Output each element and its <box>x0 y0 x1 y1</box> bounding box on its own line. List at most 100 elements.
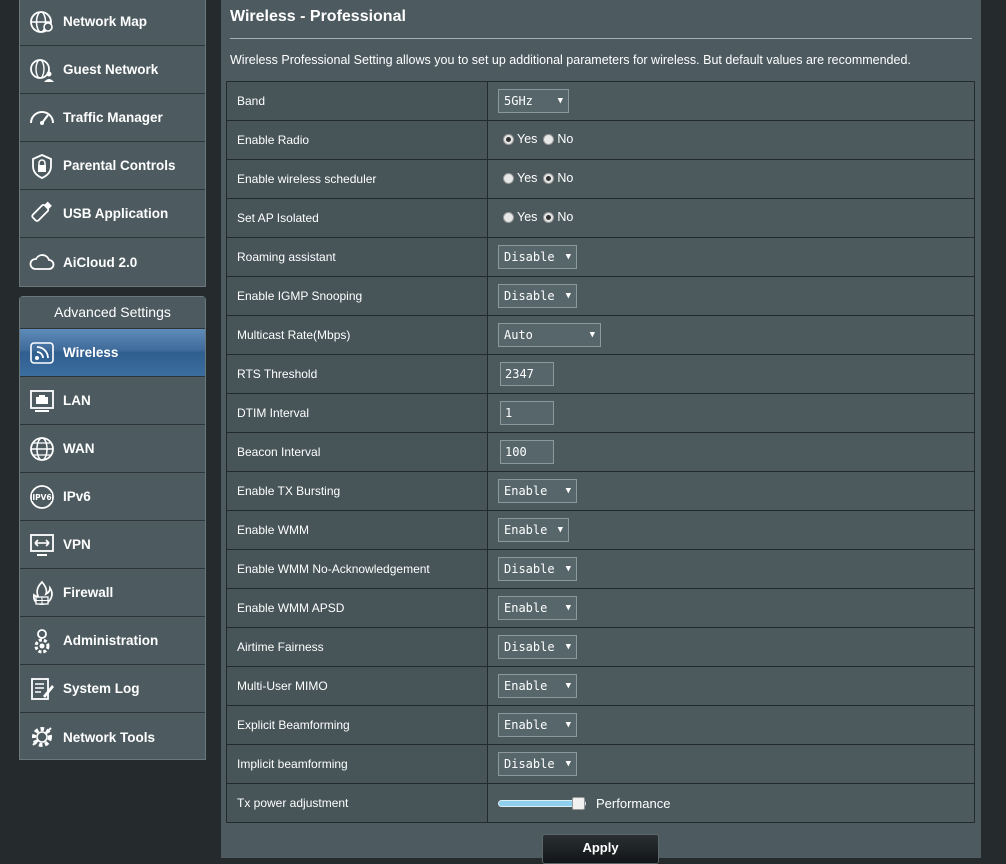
radio-label: Yes <box>517 132 538 147</box>
page-title: Wireless - Professional <box>230 8 406 25</box>
sidebar-item-wireless[interactable]: Wireless <box>20 329 205 377</box>
network-tools-icon <box>28 723 56 751</box>
radio-no[interactable] <box>543 172 555 184</box>
setting-value-cell: Disable ▼ <box>487 744 975 784</box>
setting-select[interactable]: Disable ▼ <box>498 752 577 776</box>
setting-row: Set AP Isolated Yes No <box>226 198 975 238</box>
radio-no[interactable] <box>543 211 555 223</box>
speedometer-icon <box>28 104 56 132</box>
sidebar-item-label: IPv6 <box>63 489 91 504</box>
radio-group: Yes No <box>498 210 573 224</box>
select-value: Disable <box>504 640 555 654</box>
slider-value-label: Performance <box>596 795 671 811</box>
chevron-down-icon: ▼ <box>565 642 571 652</box>
slider-handle[interactable] <box>572 796 585 810</box>
sidebar-item-ipv6[interactable]: IPV6 IPv6 <box>20 473 205 521</box>
setting-select[interactable]: Enable ▼ <box>498 674 577 698</box>
setting-label: Enable TX Bursting <box>226 471 488 511</box>
sidebar-item-guest-network[interactable]: Guest Network <box>20 46 205 94</box>
setting-text-input[interactable]: 2347 <box>500 362 554 386</box>
select-value: Disable <box>504 289 555 303</box>
sidebar-item-label: WAN <box>63 441 95 456</box>
setting-label: Roaming assistant <box>226 237 488 277</box>
setting-text-input[interactable]: 100 <box>500 440 554 464</box>
sidebar-item-aicloud[interactable]: AiCloud 2.0 <box>20 238 205 286</box>
setting-select[interactable]: Disable ▼ <box>498 245 577 269</box>
sidebar-item-wan[interactable]: WAN <box>20 425 205 473</box>
setting-select[interactable]: Disable ▼ <box>498 557 577 581</box>
sidebar-item-vpn[interactable]: VPN <box>20 521 205 569</box>
sidebar-item-label: Network Map <box>63 14 148 29</box>
tx-power-slider: Performance <box>498 796 670 811</box>
select-value: Enable <box>504 679 548 693</box>
setting-row: Enable Radio Yes No <box>226 120 975 160</box>
sidebar-item-traffic-manager[interactable]: Traffic Manager <box>20 94 205 142</box>
setting-label: Enable Radio <box>226 120 488 160</box>
setting-select[interactable]: Enable ▼ <box>498 596 577 620</box>
chevron-down-icon: ▼ <box>565 681 571 691</box>
setting-label: Enable WMM <box>226 510 488 550</box>
sidebar-item-label: VPN <box>63 537 91 552</box>
setting-row: Enable WMM Enable ▼ <box>226 510 975 550</box>
title-divider <box>230 38 972 39</box>
setting-label: Set AP Isolated <box>226 198 488 238</box>
sidebar-item-label: LAN <box>63 393 91 408</box>
setting-row: Implicit beamforming Disable ▼ <box>226 744 975 784</box>
chevron-down-icon: ▼ <box>557 96 563 106</box>
sidebar-item-label: Traffic Manager <box>63 110 163 125</box>
setting-value-cell: 2347 <box>487 354 975 394</box>
sidebar-item-firewall[interactable]: Firewall <box>20 569 205 617</box>
sidebar-item-network-map[interactable]: Network Map <box>20 0 205 46</box>
setting-row: Multi-User MIMO Enable ▼ <box>226 666 975 706</box>
setting-value-cell: Enable ▼ <box>487 588 975 628</box>
usb-stick-icon <box>28 200 56 228</box>
sidebar-item-parental-controls[interactable]: Parental Controls <box>20 142 205 190</box>
select-value: Auto <box>504 328 533 342</box>
sidebar-item-administration[interactable]: Administration <box>20 617 205 665</box>
shield-lock-icon <box>28 152 56 180</box>
select-value: 5GHz <box>504 94 533 108</box>
setting-select[interactable]: Enable ▼ <box>498 479 577 503</box>
settings-table: Band 5GHz ▼ Enable Radio Yes No Enable wireles… <box>226 81 975 823</box>
setting-value-cell: Performance <box>487 783 975 823</box>
setting-label: Airtime Fairness <box>226 627 488 667</box>
globe-pin-icon <box>28 8 56 36</box>
setting-select[interactable]: 5GHz ▼ <box>498 89 569 113</box>
setting-text-input[interactable]: 1 <box>500 401 554 425</box>
sidebar-item-label: USB Application <box>63 206 169 221</box>
vpn-monitor-icon <box>28 531 56 559</box>
setting-row: Beacon Interval 100 <box>226 432 975 472</box>
chevron-down-icon: ▼ <box>565 759 571 769</box>
setting-value-cell: Disable ▼ <box>487 549 975 589</box>
sidebar-item-network-tools[interactable]: Network Tools <box>20 713 205 761</box>
ipv6-icon: IPV6 <box>28 483 56 511</box>
apply-button[interactable]: Apply <box>542 834 659 864</box>
sidebar-item-usb-application[interactable]: USB Application <box>20 190 205 238</box>
chevron-down-icon: ▼ <box>557 525 563 535</box>
slider-track[interactable] <box>498 796 586 810</box>
radio-yes[interactable] <box>503 172 514 184</box>
setting-row: RTS Threshold 2347 <box>226 354 975 394</box>
setting-value-cell: Enable ▼ <box>487 666 975 706</box>
setting-label: DTIM Interval <box>226 393 488 433</box>
setting-value-cell: Enable ▼ <box>487 705 975 745</box>
setting-select[interactable]: Enable ▼ <box>498 518 569 542</box>
radio-yes[interactable] <box>503 211 514 223</box>
setting-label: Enable wireless scheduler <box>226 159 488 199</box>
sidebar-item-lan[interactable]: LAN <box>20 377 205 425</box>
setting-label: Beacon Interval <box>226 432 488 472</box>
sidebar-item-label: System Log <box>63 681 140 696</box>
setting-select[interactable]: Disable ▼ <box>498 284 577 308</box>
setting-select[interactable]: Auto ▼ <box>498 323 601 347</box>
svg-text:IPV6: IPV6 <box>32 493 51 502</box>
radio-label: No <box>557 171 574 186</box>
setting-select[interactable]: Enable ▼ <box>498 713 577 737</box>
radio-yes[interactable] <box>503 133 514 145</box>
select-value: Enable <box>504 601 548 615</box>
setting-select[interactable]: Disable ▼ <box>498 635 577 659</box>
radio-no[interactable] <box>543 133 555 145</box>
chevron-down-icon: ▼ <box>565 486 571 496</box>
setting-value-cell: Disable ▼ <box>487 237 975 277</box>
system-log-icon <box>28 675 56 703</box>
sidebar-item-system-log[interactable]: System Log <box>20 665 205 713</box>
